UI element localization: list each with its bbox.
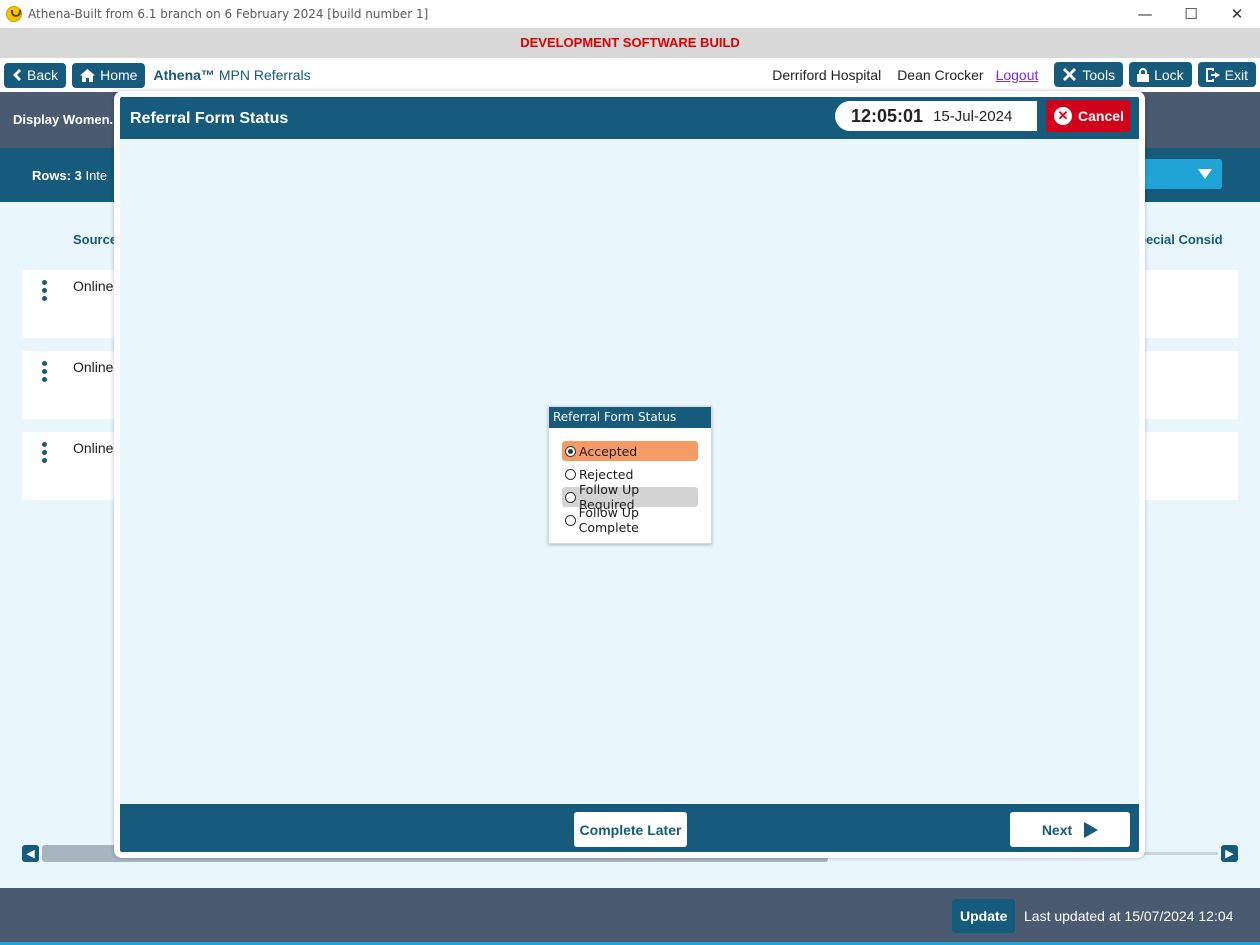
radio-unchecked-icon[interactable] [565,514,576,526]
lock-button[interactable]: Lock [1129,62,1192,87]
modal-footer: Complete Later Next [120,804,1139,852]
rows-label: Rows: 3 [32,168,82,183]
window-controls: — ☐ ✕ [1122,0,1260,28]
lock-label: Lock [1154,66,1184,83]
lock-icon [1137,67,1150,82]
scroll-left-icon[interactable]: ◀ [22,845,39,862]
exit-icon [1205,67,1220,82]
tools-button[interactable]: Tools [1054,62,1124,87]
nav-right: Derriford Hospital Dean Crocker Logout T… [772,62,1256,87]
close-window-icon[interactable]: ✕ [1214,0,1260,28]
brand-name: Athena™ [153,67,215,83]
rows-extra: Inte [85,168,108,183]
radio-unchecked-icon[interactable] [565,468,576,480]
column-header-source[interactable]: Source [73,232,117,247]
complete-later-button[interactable]: Complete Later [574,812,687,847]
row-menu-icon[interactable] [42,442,48,466]
home-icon [80,68,96,82]
status-panel-title: Referral Form Status [549,407,711,428]
user-name: Dean Crocker [897,66,984,83]
minimize-icon[interactable]: — [1122,0,1168,28]
clock-date: 15-Jul-2024 [933,107,1013,125]
last-updated-text: Last updated at 15/07/2024 12:04 [1024,908,1234,924]
modal-header: Referral Form Status 12:05:01 15-Jul-202… [120,97,1139,139]
filter-dropdown[interactable] [1140,159,1222,189]
window-title: Athena-Built from 6.1 branch on 6 Februa… [28,7,429,21]
back-label: Back [27,67,59,83]
dropdown-arrow-icon [1198,169,1212,179]
row-source: Online [73,440,114,456]
status-option-label: Follow Up Complete [578,505,639,535]
radio-checked-icon[interactable] [565,445,576,457]
page-heading: Display Women... [13,112,121,127]
brand-module: MPN Referrals [218,67,311,83]
next-label: Next [1041,821,1073,838]
cancel-label: Cancel [1078,108,1124,124]
clock-display: 12:05:01 15-Jul-2024 [835,101,1037,131]
clock-time: 12:05:01 [851,105,924,126]
cancel-x-icon: ✕ [1054,107,1072,125]
row-menu-icon[interactable] [42,361,48,385]
home-button[interactable]: Home [72,62,146,88]
exit-button[interactable]: Exit [1197,62,1256,87]
status-option-label: Accepted [579,443,638,459]
status-option-accepted[interactable]: Accepted [562,441,698,461]
status-option-follow-up-required[interactable]: Follow Up Required [562,482,698,512]
tools-icon [1063,68,1077,81]
row-source: Online [73,359,114,375]
athena-app-icon [6,6,22,22]
dev-build-banner: DEVELOPMENT SOFTWARE BUILD [0,28,1260,58]
status-option-label: Rejected [579,466,634,482]
scroll-right-icon[interactable]: ▶ [1221,845,1238,862]
status-option-panel: Referral Form Status Accepted Rejected F… [548,406,712,544]
window-titlebar: Athena-Built from 6.1 branch on 6 Februa… [0,0,1260,28]
rows-count: Rows: 3 Inte [32,168,107,183]
back-button[interactable]: Back [4,62,67,88]
play-arrow-icon [1084,821,1099,838]
home-label: Home [100,67,138,83]
cancel-button[interactable]: ✕ Cancel [1046,100,1130,132]
row-menu-icon[interactable] [42,280,48,304]
logout-link[interactable]: Logout [996,67,1039,83]
page-footer: Update Last updated at 15/07/2024 12:04 [0,888,1260,945]
app-brand: Athena™ MPN Referrals [153,67,310,83]
update-button[interactable]: Update [952,899,1016,933]
chevron-left-icon [13,69,21,81]
status-option-rejected[interactable]: Rejected [562,464,698,484]
row-source: Online [73,278,114,294]
status-option-follow-up-complete[interactable]: Follow Up Complete [562,505,698,535]
modal-title: Referral Form Status [130,110,289,127]
hospital-name: Derriford Hospital [772,66,882,83]
top-nav: Back Home Athena™ MPN Referrals Derrifor… [0,58,1260,92]
next-button[interactable]: Next [1010,812,1130,847]
complete-later-label: Complete Later [579,821,682,838]
exit-label: Exit [1224,66,1248,83]
tools-label: Tools [1082,66,1116,83]
radio-unchecked-icon[interactable] [565,491,576,503]
column-header-special[interactable]: pecial Consid [1138,232,1223,247]
maximize-icon[interactable]: ☐ [1168,0,1214,28]
